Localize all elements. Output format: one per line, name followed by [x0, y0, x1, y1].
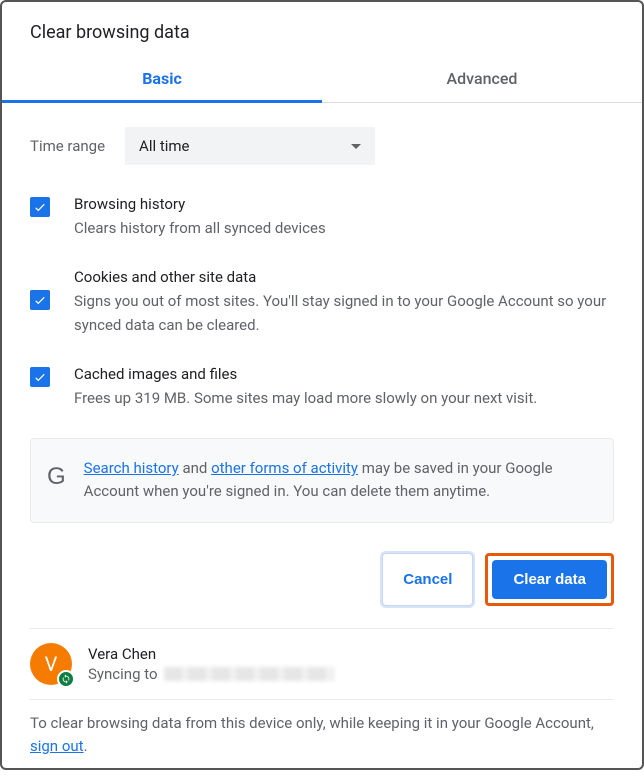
- option-cache: Cached images and files Frees up 319 MB.…: [30, 365, 614, 410]
- clear-data-highlight: Clear data: [485, 553, 614, 606]
- time-range-row: Time range All time: [30, 127, 614, 165]
- tabs: Basic Advanced: [2, 57, 642, 103]
- google-icon: G: [47, 463, 66, 491]
- clear-browsing-data-dialog: Clear browsing data Basic Advanced Time …: [0, 0, 644, 770]
- option-text: Cookies and other site data Signs you ou…: [74, 268, 614, 337]
- checkbox-cookies[interactable]: [30, 290, 50, 310]
- option-title: Cookies and other site data: [74, 268, 614, 286]
- chevron-down-icon: [351, 144, 361, 149]
- profile-sync: Syncing to: [88, 665, 334, 683]
- dialog-actions: Cancel Clear data: [2, 523, 642, 628]
- checkbox-browsing-history[interactable]: [30, 197, 50, 217]
- link-sign-out[interactable]: sign out: [30, 737, 84, 755]
- option-desc: Signs you out of most sites. You'll stay…: [74, 290, 614, 337]
- dialog-title: Clear browsing data: [2, 2, 642, 57]
- option-title: Browsing history: [74, 195, 326, 213]
- avatar: V: [30, 643, 72, 685]
- clear-data-button[interactable]: Clear data: [492, 560, 607, 599]
- option-browsing-history: Browsing history Clears history from all…: [30, 195, 614, 240]
- time-range-select[interactable]: All time: [125, 127, 375, 165]
- info-box: G Search history and other forms of acti…: [30, 438, 614, 523]
- info-text: Search history and other forms of activi…: [84, 457, 597, 504]
- sync-icon: [57, 670, 75, 688]
- redacted-email: [164, 667, 334, 681]
- option-text: Cached images and files Frees up 319 MB.…: [74, 365, 537, 410]
- option-desc: Clears history from all synced devices: [74, 217, 326, 240]
- time-range-value: All time: [139, 137, 189, 155]
- footer-text: To clear browsing data from this device …: [2, 700, 642, 778]
- link-other-activity[interactable]: other forms of activity: [211, 459, 358, 477]
- profile-name: Vera Chen: [88, 645, 334, 663]
- tab-basic[interactable]: Basic: [2, 57, 322, 102]
- profile-info: Vera Chen Syncing to: [88, 645, 334, 683]
- option-title: Cached images and files: [74, 365, 537, 383]
- avatar-initial: V: [45, 652, 58, 676]
- check-icon: [33, 293, 47, 307]
- check-icon: [33, 370, 47, 384]
- tab-advanced[interactable]: Advanced: [322, 57, 642, 102]
- cancel-button[interactable]: Cancel: [382, 553, 473, 606]
- option-desc: Frees up 319 MB. Some sites may load mor…: [74, 387, 537, 410]
- link-search-history[interactable]: Search history: [84, 459, 179, 477]
- time-range-label: Time range: [30, 137, 105, 155]
- option-text: Browsing history Clears history from all…: [74, 195, 326, 240]
- dialog-content: Time range All time Browsing history Cle…: [2, 103, 642, 523]
- option-cookies: Cookies and other site data Signs you ou…: [30, 268, 614, 337]
- profile-row: V Vera Chen Syncing to: [2, 629, 642, 699]
- check-icon: [33, 200, 47, 214]
- checkbox-cache[interactable]: [30, 367, 50, 387]
